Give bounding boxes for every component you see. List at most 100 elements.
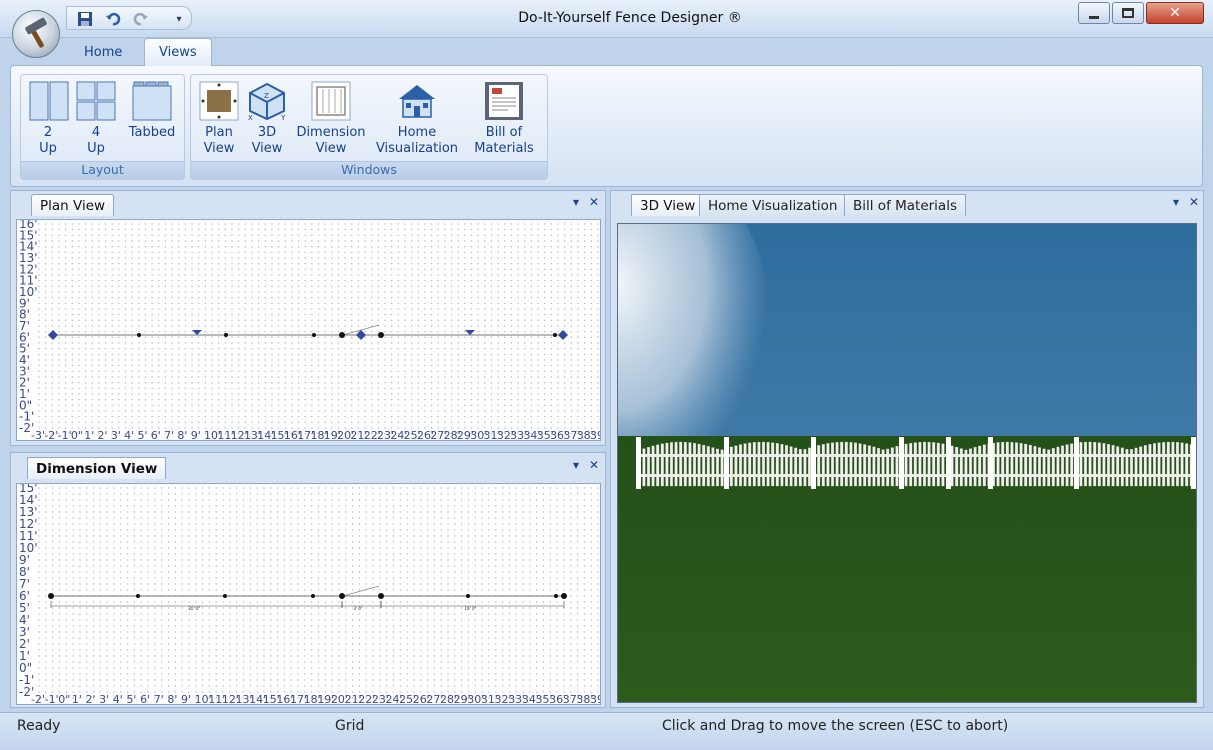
redo-icon[interactable]	[131, 9, 151, 29]
corner-post[interactable]	[558, 330, 568, 340]
grid-dot	[364, 234, 366, 237]
panel-menu-icon[interactable]: ▾	[573, 195, 579, 209]
minimize-button[interactable]	[1078, 2, 1110, 24]
tabbed-button[interactable]: Tabbed	[125, 81, 179, 141]
grid-dot	[154, 685, 156, 687]
grid-dot	[564, 291, 566, 293]
grid-dot	[331, 685, 333, 687]
panel-menu-icon[interactable]: ▾	[573, 458, 579, 472]
fence-post[interactable]	[312, 333, 316, 337]
grid-dot	[38, 364, 40, 367]
grid-dot	[283, 607, 286, 609]
grid-dot	[570, 319, 573, 322]
fence-post[interactable]	[137, 333, 141, 337]
grid-dot	[184, 257, 187, 259]
grid-dot	[470, 359, 473, 361]
grid-dot	[195, 571, 197, 573]
grid-dot	[171, 330, 173, 333]
gate-marker[interactable]	[192, 330, 202, 335]
two-up-button[interactable]: 2 Up	[29, 81, 69, 157]
gate-marker[interactable]	[465, 330, 475, 335]
grid-dot	[133, 601, 136, 603]
undo-icon[interactable]	[103, 9, 123, 29]
grid-dot	[188, 601, 190, 603]
grid-dot	[167, 625, 170, 627]
panel-close-icon[interactable]: ✕	[589, 195, 599, 209]
grid-dot	[224, 279, 227, 282]
grid-dot	[151, 393, 153, 395]
plan-view-canvas[interactable]: 16' 15' 14' 13' 12' 11' 10' 9' 8' 7' 6' 5' 4' 3' 2' 1' 0…	[16, 219, 601, 441]
dimension-view-canvas[interactable]: 15' 14' 13' 12' 11' 10' 9' 8' 7' 6' 5' 4' 3' 2' 1' 0" -1…	[16, 483, 601, 705]
fence-post[interactable]	[378, 332, 384, 338]
grid-dot	[297, 245, 300, 248]
3d-view-button[interactable]: ZXY 3D View	[245, 81, 289, 157]
grid-dot	[391, 296, 393, 299]
customize-dropdown-icon[interactable]: ▾	[169, 9, 189, 29]
grid-dot	[222, 523, 224, 525]
grid-dot	[457, 274, 459, 276]
save-icon[interactable]	[75, 9, 95, 29]
grid-dot	[198, 342, 200, 344]
grid-dot	[237, 415, 240, 418]
grid-dot	[317, 279, 320, 282]
grid-dot	[564, 398, 566, 401]
application-menu-button[interactable]	[12, 10, 60, 58]
grid-dot	[195, 505, 197, 507]
grid-dot	[557, 336, 559, 339]
grid-dot	[557, 393, 559, 395]
fence-post[interactable]	[553, 333, 557, 337]
grid-dot	[126, 589, 129, 591]
grid-dot	[357, 319, 360, 322]
grid-dot	[510, 285, 513, 288]
grid-dot	[44, 279, 47, 282]
grid-dot	[167, 655, 170, 657]
grid-dot	[263, 619, 265, 621]
grid-dot	[277, 359, 280, 361]
four-up-button[interactable]: 4 Up	[75, 81, 117, 157]
grid-dot	[510, 313, 513, 316]
bill-of-materials-button[interactable]: Bill of Materials	[469, 81, 539, 157]
tab-views[interactable]: Views	[144, 38, 212, 66]
plan-view-grid[interactable]: 16'15'14'13'12'11'10'9'8'7'6'5'4'3'2'1'0…	[17, 220, 601, 441]
grid-dot	[577, 234, 579, 237]
x-tick-label: 0"	[71, 429, 83, 441]
grid-dot	[215, 559, 217, 561]
dimension-view-button[interactable]: Dimension View	[295, 81, 367, 157]
plan-view-button[interactable]: Plan View	[197, 81, 241, 157]
grid-dot	[517, 251, 519, 254]
grid-dot	[430, 330, 433, 333]
grid-dot	[570, 376, 573, 378]
tab-home[interactable]: Home	[70, 38, 136, 66]
tab-plan-view[interactable]: Plan View	[31, 194, 115, 216]
grid-dot	[597, 262, 599, 265]
grid-dot	[111, 296, 113, 299]
grid-dot	[404, 421, 406, 424]
fence-post[interactable]	[224, 333, 228, 337]
close-button[interactable]: ✕	[1146, 2, 1204, 24]
dimension-view-grid[interactable]: 15'14'13'12'11'10'9'8'7'6'5'4'3'2'1'0"-1…	[17, 484, 601, 705]
tab-dimension-view[interactable]: Dimension View	[27, 457, 167, 479]
maximize-button[interactable]	[1112, 2, 1144, 24]
grid-dot	[304, 308, 306, 310]
grid-dot	[384, 415, 386, 418]
grid-dot	[297, 499, 299, 501]
panel-close-icon[interactable]: ✕	[589, 458, 599, 472]
grid-dot	[237, 274, 240, 276]
grid-dot	[590, 376, 593, 378]
grid-dot	[235, 565, 238, 567]
fence-post[interactable]	[339, 332, 345, 338]
grid-dot	[242, 655, 245, 657]
grid-dot	[450, 364, 453, 367]
corner-post[interactable]	[48, 330, 58, 340]
grid-dot	[242, 649, 245, 651]
grid-dot	[71, 251, 73, 254]
grid-dot	[577, 302, 579, 305]
grid-dot	[106, 559, 108, 561]
grid-dot	[270, 499, 272, 501]
grid-dot	[317, 499, 320, 501]
grid-dot	[404, 325, 406, 327]
grid-dot	[597, 325, 599, 327]
grid-dot	[537, 234, 539, 237]
home-visualization-button[interactable]: Home Visualization	[375, 81, 459, 157]
grid-dot	[237, 370, 240, 373]
